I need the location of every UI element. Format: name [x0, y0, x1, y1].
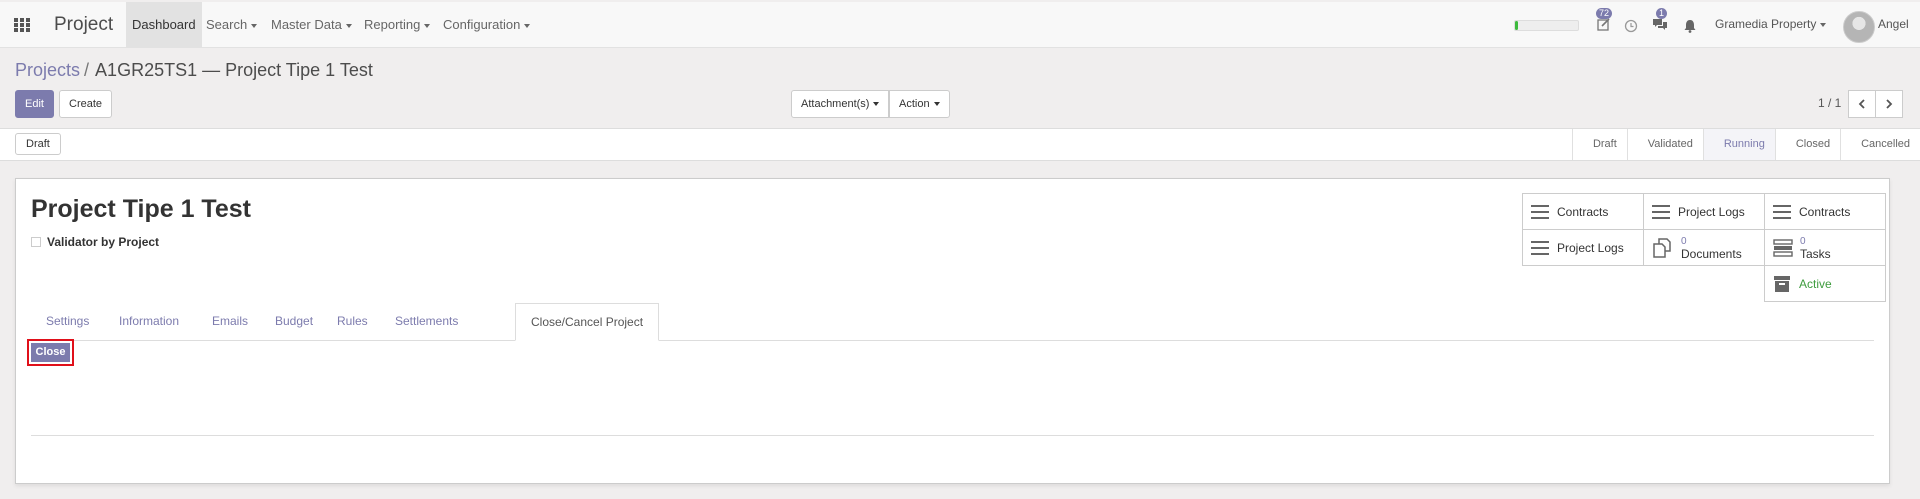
caret-down-icon [933, 102, 940, 107]
attachments-label: Attachment(s) [801, 98, 870, 110]
edit-button[interactable]: Edit [15, 90, 54, 118]
tab-settlements[interactable]: Settlements [380, 303, 473, 341]
list-icon [1652, 204, 1670, 219]
messages-count-badge: 1 [1656, 8, 1668, 19]
menu-configuration-label: Configuration [443, 17, 521, 32]
chat-icon [1653, 19, 1667, 30]
caret-down-icon [524, 23, 531, 28]
active-label: Active [1799, 276, 1832, 291]
validator-label: Validator by Project [47, 235, 160, 249]
stage-cancelled[interactable]: Cancelled [1840, 129, 1920, 160]
menu-search-label: Search [206, 17, 248, 32]
breadcrumb-separator: / [84, 60, 90, 80]
status-stages: Draft Validated Running Closed Cancelled [1571, 129, 1920, 160]
statusbar: Draft Draft Validated Running Closed Can… [0, 128, 1920, 161]
tab-budget[interactable]: Budget [260, 303, 328, 341]
caret-down-icon [873, 102, 880, 107]
tasks-label: Tasks [1800, 246, 1831, 261]
avatar[interactable] [1843, 11, 1875, 43]
contracts-smart-button[interactable]: Contracts [1522, 193, 1644, 230]
menu-configuration[interactable]: Configuration [437, 2, 536, 47]
stage-running[interactable]: Running [1702, 129, 1775, 160]
caret-down-icon [1820, 22, 1827, 27]
draft-button[interactable]: Draft [15, 133, 61, 155]
menu-master-data[interactable]: Master Data [265, 2, 358, 47]
archive-icon [1774, 275, 1790, 292]
user-name[interactable]: Angel [1878, 2, 1909, 47]
stage-draft[interactable]: Draft [1571, 129, 1627, 160]
action-label: Action [899, 98, 930, 110]
documents-count: 0 [1681, 235, 1687, 247]
action-button[interactable]: Action [889, 90, 950, 118]
notifications-button[interactable] [1683, 19, 1697, 36]
project-logs-smart-button[interactable]: Project Logs [1643, 193, 1765, 230]
clock-button[interactable] [1624, 19, 1638, 36]
caret-down-icon [251, 23, 258, 28]
chat-button[interactable]: 1 [1652, 8, 1668, 35]
tab-settings[interactable]: Settings [31, 303, 104, 341]
caret-down-icon [345, 23, 352, 28]
documents-smart-button[interactable]: 0 Documents [1643, 229, 1765, 266]
menu-master-data-label: Master Data [271, 17, 342, 32]
documents-icon [1653, 237, 1671, 258]
list-icon [1531, 204, 1549, 219]
tab-information[interactable]: Information [104, 303, 194, 341]
company-name: Gramedia Property [1715, 17, 1817, 31]
stage-validated[interactable]: Validated [1626, 129, 1703, 160]
validator-checkbox[interactable] [31, 237, 41, 247]
project-logs-label-2: Project Logs [1557, 240, 1624, 255]
stage-closed[interactable]: Closed [1774, 129, 1840, 160]
notebook-tabs: Settings Information Emails Budget Rules… [31, 303, 1874, 341]
contracts-label-2: Contracts [1799, 204, 1851, 219]
project-logs-label: Project Logs [1678, 204, 1745, 219]
breadcrumb: Projects / A1GR25TS1 — Project Tipe 1 Test [15, 60, 373, 81]
pager-next-button[interactable] [1875, 90, 1903, 118]
activity-button[interactable]: 72 [1596, 8, 1613, 35]
clock-icon [1624, 19, 1638, 33]
attachments-button[interactable]: Attachment(s) [791, 90, 890, 118]
menu-search[interactable]: Search [200, 2, 263, 47]
pager-previous-button[interactable] [1848, 90, 1876, 118]
breadcrumb-projects-link[interactable]: Projects [15, 60, 80, 80]
apps-icon[interactable] [14, 18, 30, 32]
top-navbar: Project Dashboard Search Master Data Rep… [0, 2, 1920, 48]
breadcrumb-current: A1GR25TS1 — Project Tipe 1 Test [95, 60, 373, 80]
chevron-right-icon [1886, 99, 1893, 109]
app-title: Project [54, 14, 114, 35]
bell-icon [1684, 20, 1696, 33]
close-button[interactable]: Close [31, 343, 70, 362]
tasks-smart-button[interactable]: 0 Tasks [1764, 229, 1886, 266]
menu-dashboard[interactable]: Dashboard [126, 2, 202, 47]
tasks-count: 0 [1800, 235, 1806, 247]
tasks-icon [1773, 238, 1793, 257]
active-toggle-button[interactable]: Active [1764, 265, 1886, 302]
record-title: Project Tipe 1 Test [31, 195, 251, 223]
menu-dashboard-label: Dashboard [132, 17, 196, 32]
project-logs-smart-button-2[interactable]: Project Logs [1522, 229, 1644, 266]
menu-reporting-label: Reporting [364, 17, 421, 32]
contracts-smart-button-2[interactable]: Contracts [1764, 193, 1886, 230]
company-switcher[interactable]: Gramedia Property [1715, 2, 1827, 47]
tab-rules[interactable]: Rules [322, 303, 383, 341]
progress-bar [1514, 20, 1579, 31]
close-button-highlight: Close [27, 339, 74, 366]
chevron-left-icon [1858, 99, 1865, 109]
tab-close-cancel-project[interactable]: Close/Cancel Project [515, 303, 660, 341]
create-button[interactable]: Create [59, 90, 113, 118]
list-icon [1773, 204, 1791, 219]
menu-reporting[interactable]: Reporting [358, 2, 436, 47]
documents-label: Documents [1681, 246, 1742, 261]
contracts-label: Contracts [1557, 204, 1609, 219]
form-sheet: Project Tipe 1 Test Validator by Project… [15, 178, 1890, 484]
caret-down-icon [424, 23, 431, 28]
divider [31, 435, 1874, 436]
pager-value[interactable]: 1 / 1 [1818, 96, 1841, 110]
validator-field: Validator by Project [31, 235, 159, 249]
progress-bar-fill [1515, 21, 1519, 30]
activity-count-badge: 72 [1596, 8, 1613, 19]
list-icon [1531, 240, 1549, 255]
tab-emails[interactable]: Emails [197, 303, 263, 341]
